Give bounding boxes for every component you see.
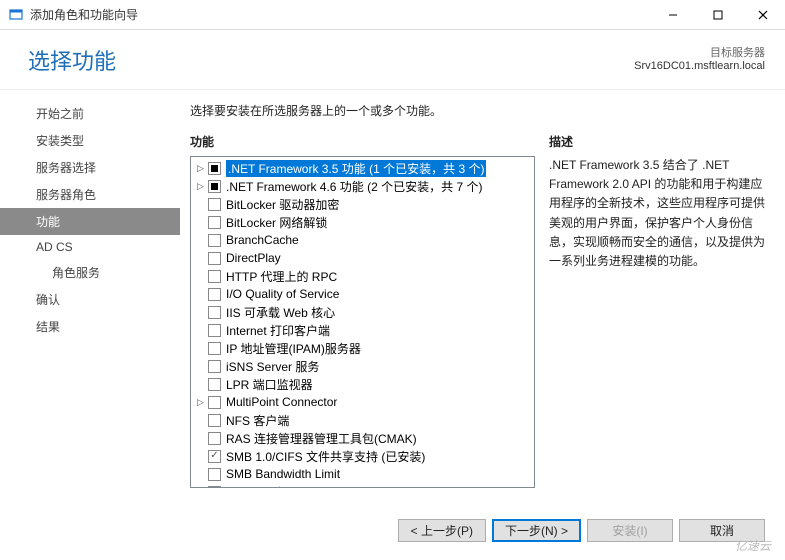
content-area: 选择要安装在所选服务器上的一个或多个功能。 功能 ▷ .NET Framework… <box>180 90 785 510</box>
feature-checkbox[interactable] <box>208 288 221 301</box>
feature-row[interactable]: ▷SMTP 服务器 <box>191 483 534 488</box>
feature-label: NFS 客户端 <box>226 412 289 429</box>
feature-row[interactable]: ▷DirectPlay <box>191 249 534 267</box>
feature-label: BitLocker 驱动器加密 <box>226 196 339 213</box>
feature-checkbox[interactable] <box>208 216 221 229</box>
feature-row[interactable]: ▷NFS 客户端 <box>191 411 534 429</box>
feature-row[interactable]: ▷BitLocker 网络解锁 <box>191 213 534 231</box>
nav-item-2[interactable]: 服务器选择 <box>0 154 180 181</box>
expander-icon[interactable]: ▷ <box>195 397 206 408</box>
description-text: .NET Framework 3.5 结合了 .NET Framework 2.… <box>549 156 767 271</box>
next-button[interactable]: 下一步(N) > <box>492 519 581 542</box>
feature-row[interactable]: ▷SMB 1.0/CIFS 文件共享支持 (已安装) <box>191 447 534 465</box>
wizard-body: 开始之前安装类型服务器选择服务器角色功能AD CS角色服务确认结果 选择要安装在… <box>0 90 785 510</box>
feature-row[interactable]: ▷ .NET Framework 4.6 功能 (2 个已安装，共 7 个) <box>191 177 534 195</box>
close-button[interactable] <box>740 0 785 30</box>
feature-row[interactable]: ▷ MultiPoint Connector <box>191 393 534 411</box>
feature-checkbox[interactable] <box>208 198 221 211</box>
feature-checkbox[interactable] <box>208 270 221 283</box>
description-heading: 描述 <box>549 133 767 150</box>
feature-label: IP 地址管理(IPAM)服务器 <box>226 340 361 357</box>
wizard-nav: 开始之前安装类型服务器选择服务器角色功能AD CS角色服务确认结果 <box>0 90 180 510</box>
feature-checkbox[interactable] <box>208 450 221 463</box>
nav-item-5[interactable]: AD CS <box>0 235 180 259</box>
feature-row[interactable]: ▷ .NET Framework 3.5 功能 (1 个已安装，共 3 个) <box>191 159 534 177</box>
feature-label: SMB Bandwidth Limit <box>226 467 340 481</box>
feature-checkbox[interactable] <box>208 162 221 175</box>
feature-checkbox[interactable] <box>208 324 221 337</box>
nav-item-3[interactable]: 服务器角色 <box>0 181 180 208</box>
expander-icon[interactable]: ▷ <box>195 181 206 192</box>
minimize-button[interactable] <box>650 0 695 30</box>
feature-checkbox[interactable] <box>208 234 221 247</box>
features-heading: 功能 <box>190 133 535 150</box>
feature-label: BitLocker 网络解锁 <box>226 214 327 231</box>
feature-label: iSNS Server 服务 <box>226 358 319 375</box>
feature-checkbox[interactable] <box>208 486 221 489</box>
page-title: 选择功能 <box>28 44 116 76</box>
feature-label: SMTP 服务器 <box>226 484 298 489</box>
instruction-text: 选择要安装在所选服务器上的一个或多个功能。 <box>190 102 767 119</box>
feature-checkbox[interactable] <box>208 252 221 265</box>
install-button[interactable]: 安装(I) <box>587 519 673 542</box>
feature-checkbox[interactable] <box>208 342 221 355</box>
feature-row[interactable]: ▷iSNS Server 服务 <box>191 357 534 375</box>
feature-label: .NET Framework 4.6 功能 (2 个已安装，共 7 个) <box>226 178 482 195</box>
feature-checkbox[interactable] <box>208 468 221 481</box>
window-title: 添加角色和功能向导 <box>30 6 650 23</box>
feature-label: .NET Framework 3.5 功能 (1 个已安装，共 3 个) <box>226 160 486 177</box>
feature-label: RAS 连接管理器管理工具包(CMAK) <box>226 430 417 447</box>
feature-label: I/O Quality of Service <box>226 287 339 301</box>
feature-checkbox[interactable] <box>208 432 221 445</box>
nav-item-1[interactable]: 安装类型 <box>0 127 180 154</box>
feature-label: DirectPlay <box>226 251 281 265</box>
nav-item-4[interactable]: 功能 <box>0 208 180 235</box>
expander-icon[interactable]: ▷ <box>195 163 206 174</box>
feature-row[interactable]: ▷Internet 打印客户端 <box>191 321 534 339</box>
feature-checkbox[interactable] <box>208 180 221 193</box>
previous-button[interactable]: < 上一步(P) <box>398 519 486 542</box>
nav-item-8[interactable]: 结果 <box>0 313 180 340</box>
feature-row[interactable]: ▷LPR 端口监视器 <box>191 375 534 393</box>
app-icon <box>8 7 24 23</box>
feature-label: MultiPoint Connector <box>226 395 337 409</box>
feature-label: SMB 1.0/CIFS 文件共享支持 (已安装) <box>226 448 425 465</box>
wizard-buttons: < 上一步(P) 下一步(N) > 安装(I) 取消 <box>398 519 765 542</box>
target-server-info: 目标服务器 Srv16DC01.msftlearn.local <box>634 44 765 72</box>
feature-checkbox[interactable] <box>208 306 221 319</box>
nav-item-7[interactable]: 确认 <box>0 286 180 313</box>
feature-label: IIS 可承载 Web 核心 <box>226 304 335 321</box>
nav-item-6[interactable]: 角色服务 <box>0 259 180 286</box>
feature-row[interactable]: ▷SMB Bandwidth Limit <box>191 465 534 483</box>
maximize-button[interactable] <box>695 0 740 30</box>
titlebar: 添加角色和功能向导 <box>0 0 785 30</box>
target-server-value: Srv16DC01.msftlearn.local <box>634 60 765 72</box>
feature-checkbox[interactable] <box>208 360 221 373</box>
cancel-button[interactable]: 取消 <box>679 519 765 542</box>
feature-label: HTTP 代理上的 RPC <box>226 268 337 285</box>
feature-checkbox[interactable] <box>208 396 221 409</box>
feature-checkbox[interactable] <box>208 414 221 427</box>
feature-label: BranchCache <box>226 233 299 247</box>
nav-item-0[interactable]: 开始之前 <box>0 100 180 127</box>
feature-checkbox[interactable] <box>208 378 221 391</box>
feature-row[interactable]: ▷IIS 可承载 Web 核心 <box>191 303 534 321</box>
target-server-label: 目标服务器 <box>634 44 765 60</box>
window-controls <box>650 0 785 29</box>
feature-label: Internet 打印客户端 <box>226 322 330 339</box>
feature-row[interactable]: ▷RAS 连接管理器管理工具包(CMAK) <box>191 429 534 447</box>
feature-row[interactable]: ▷I/O Quality of Service <box>191 285 534 303</box>
feature-row[interactable]: ▷BitLocker 驱动器加密 <box>191 195 534 213</box>
features-tree[interactable]: ▷ .NET Framework 3.5 功能 (1 个已安装，共 3 个) ▷ .N… <box>190 156 535 488</box>
feature-label: LPR 端口监视器 <box>226 376 313 393</box>
feature-row[interactable]: ▷IP 地址管理(IPAM)服务器 <box>191 339 534 357</box>
feature-row[interactable]: ▷HTTP 代理上的 RPC <box>191 267 534 285</box>
wizard-header: 选择功能 目标服务器 Srv16DC01.msftlearn.local <box>0 30 785 90</box>
feature-row[interactable]: ▷BranchCache <box>191 231 534 249</box>
